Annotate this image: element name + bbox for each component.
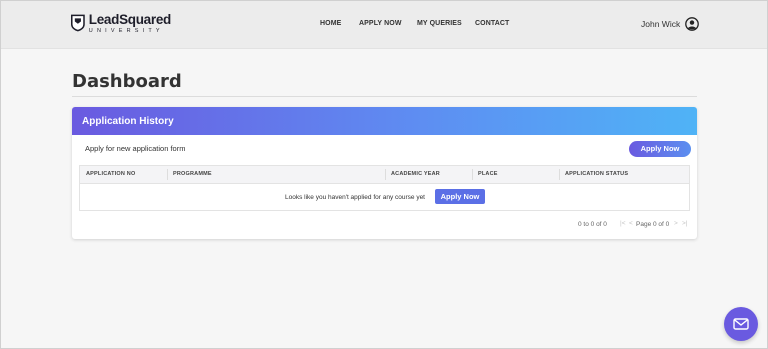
message-fab-button[interactable]: [724, 307, 758, 341]
applications-table: APPLICATION NO PROGRAMME ACADEMIC YEAR P…: [79, 165, 690, 211]
next-page-button[interactable]: >: [674, 220, 678, 227]
user-name: John Wick: [641, 19, 681, 29]
page-title: Dashboard: [72, 71, 182, 92]
nav-my-queries[interactable]: MY QUERIES: [417, 20, 462, 27]
apply-row: Apply for new application form Apply Now: [72, 135, 697, 161]
card-title: Application History: [82, 115, 174, 127]
table-header: APPLICATION NO PROGRAMME ACADEMIC YEAR P…: [80, 166, 689, 184]
empty-state-apply-button[interactable]: Apply Now: [435, 189, 485, 204]
divider: [72, 96, 697, 97]
column-header-programme[interactable]: PROGRAMME: [167, 166, 212, 183]
nav-home[interactable]: HOME: [320, 20, 341, 27]
column-header-application-status[interactable]: APPLICATION STATUS: [559, 166, 628, 183]
column-header-academic-year[interactable]: ACADEMIC YEAR: [385, 166, 440, 183]
user-circle-icon: [685, 17, 700, 31]
first-page-button[interactable]: |<: [620, 220, 625, 227]
column-header-application-no[interactable]: APPLICATION NO: [80, 166, 135, 183]
empty-state-row: Looks like you haven't applied for any c…: [80, 184, 689, 211]
apply-now-button[interactable]: Apply Now: [629, 141, 691, 157]
top-navbar: LeadSquared UNIVERSITY HOME APPLY NOW MY…: [1, 1, 767, 49]
pagination: 0 to 0 of 0 |< < Page 0 of 0 > >|: [72, 219, 697, 231]
user-menu[interactable]: John Wick: [641, 17, 700, 31]
card-header: Application History: [72, 107, 697, 135]
page-indicator: Page 0 of 0: [636, 221, 670, 228]
apply-prompt: Apply for new application form: [85, 144, 186, 153]
last-page-button[interactable]: >|: [682, 220, 687, 227]
column-header-place[interactable]: PLACE: [472, 166, 498, 183]
pagination-count: 0 to 0 of 0: [578, 221, 607, 228]
nav-contact[interactable]: CONTACT: [475, 20, 509, 27]
nav-apply-now[interactable]: APPLY NOW: [359, 20, 402, 27]
application-history-card: Application History Apply for new applic…: [72, 107, 697, 239]
prev-page-button[interactable]: <: [629, 220, 633, 227]
empty-state-message: Looks like you haven't applied for any c…: [285, 194, 425, 201]
mail-icon: [733, 318, 749, 330]
